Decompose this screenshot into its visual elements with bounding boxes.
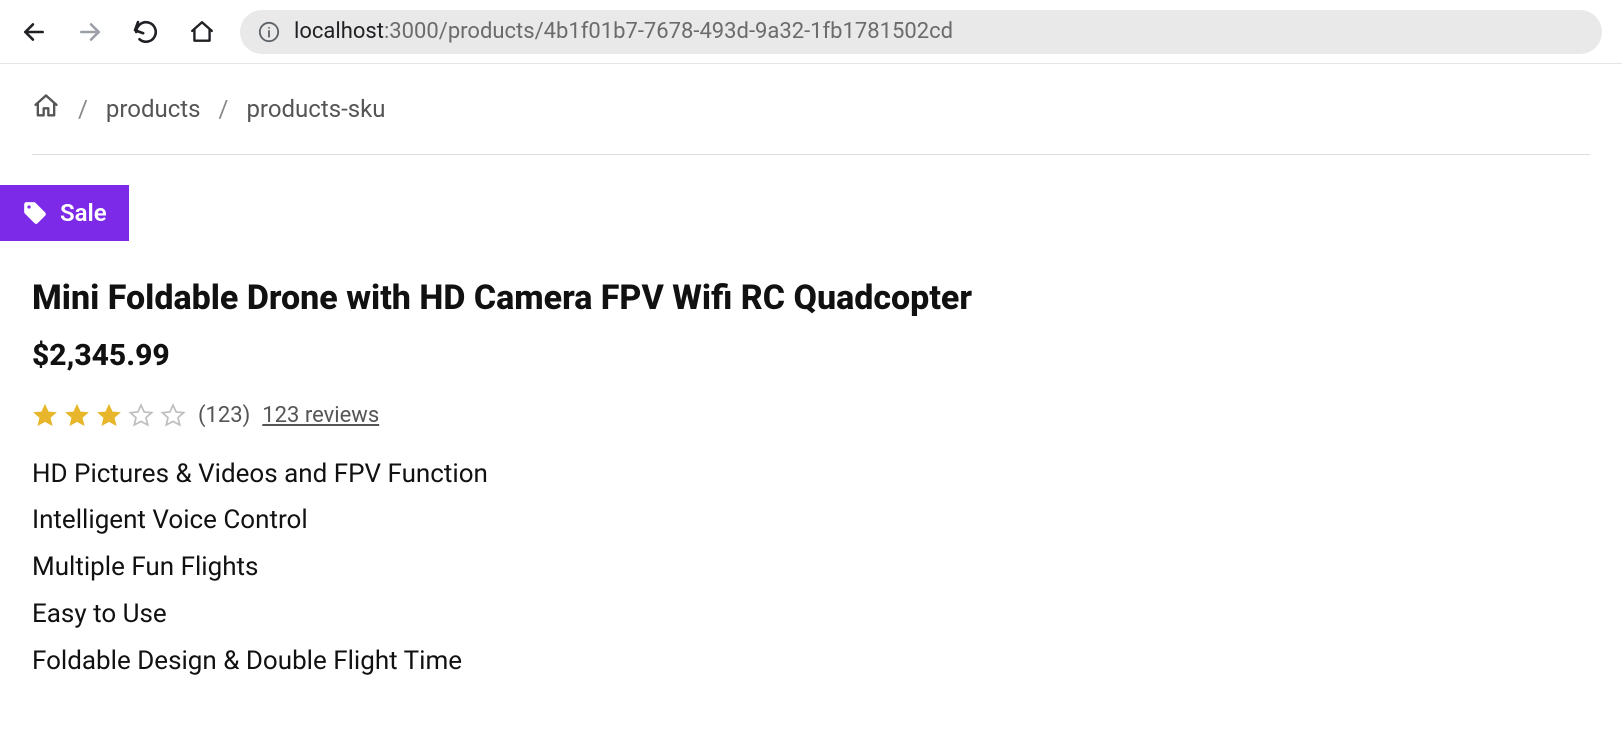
- breadcrumb-home[interactable]: [32, 92, 60, 126]
- info-icon: [258, 21, 280, 43]
- reload-button[interactable]: [132, 18, 160, 46]
- breadcrumb-products[interactable]: products: [106, 95, 201, 123]
- forward-button[interactable]: [76, 18, 104, 46]
- address-bar[interactable]: localhost:3000/products/4b1f01b7-7678-49…: [240, 10, 1602, 54]
- feature-list: HD Pictures & Videos and FPV FunctionInt…: [32, 451, 1590, 685]
- feature-item: Foldable Design & Double Flight Time: [32, 638, 1590, 685]
- home-button[interactable]: [188, 18, 216, 46]
- reload-icon: [133, 19, 159, 45]
- feature-item: Easy to Use: [32, 591, 1590, 638]
- breadcrumb-separator: /: [78, 95, 88, 123]
- rating-row: (123) 123 reviews: [32, 403, 1590, 429]
- arrow-right-icon: [77, 19, 103, 45]
- browser-toolbar: localhost:3000/products/4b1f01b7-7678-49…: [0, 0, 1622, 64]
- star-filled-icon: [96, 403, 122, 429]
- feature-item: Intelligent Voice Control: [32, 497, 1590, 544]
- browser-nav-buttons: [20, 18, 216, 46]
- breadcrumb: / products / products-sku: [32, 92, 1590, 155]
- feature-item: Multiple Fun Flights: [32, 544, 1590, 591]
- star-empty-icon: [128, 403, 154, 429]
- star-filled-icon: [32, 403, 58, 429]
- url-port: :3000: [384, 19, 439, 44]
- sale-badge-label: Sale: [60, 199, 107, 227]
- breadcrumb-current: products-sku: [246, 95, 385, 123]
- rating-count: (123): [198, 403, 250, 428]
- product-price: $2,345.99: [32, 338, 1590, 373]
- feature-item: HD Pictures & Videos and FPV Function: [32, 451, 1590, 498]
- reviews-link[interactable]: 123 reviews: [262, 403, 379, 428]
- url-path: /products/4b1f01b7-7678-493d-9a32-1fb178…: [439, 19, 953, 44]
- back-button[interactable]: [20, 18, 48, 46]
- breadcrumb-separator: /: [219, 95, 229, 123]
- arrow-left-icon: [21, 19, 47, 45]
- home-icon: [189, 19, 215, 45]
- home-outline-icon: [32, 92, 60, 120]
- tag-icon: [22, 200, 48, 226]
- star-empty-icon: [160, 403, 186, 429]
- page-content: / products / products-sku Sale Mini Fold…: [0, 64, 1622, 684]
- product-title: Mini Foldable Drone with HD Camera FPV W…: [32, 277, 1590, 320]
- url-host: localhost: [294, 19, 384, 44]
- sale-badge: Sale: [0, 185, 129, 241]
- star-filled-icon: [64, 403, 90, 429]
- address-url: localhost:3000/products/4b1f01b7-7678-49…: [294, 19, 953, 44]
- rating-stars: [32, 403, 186, 429]
